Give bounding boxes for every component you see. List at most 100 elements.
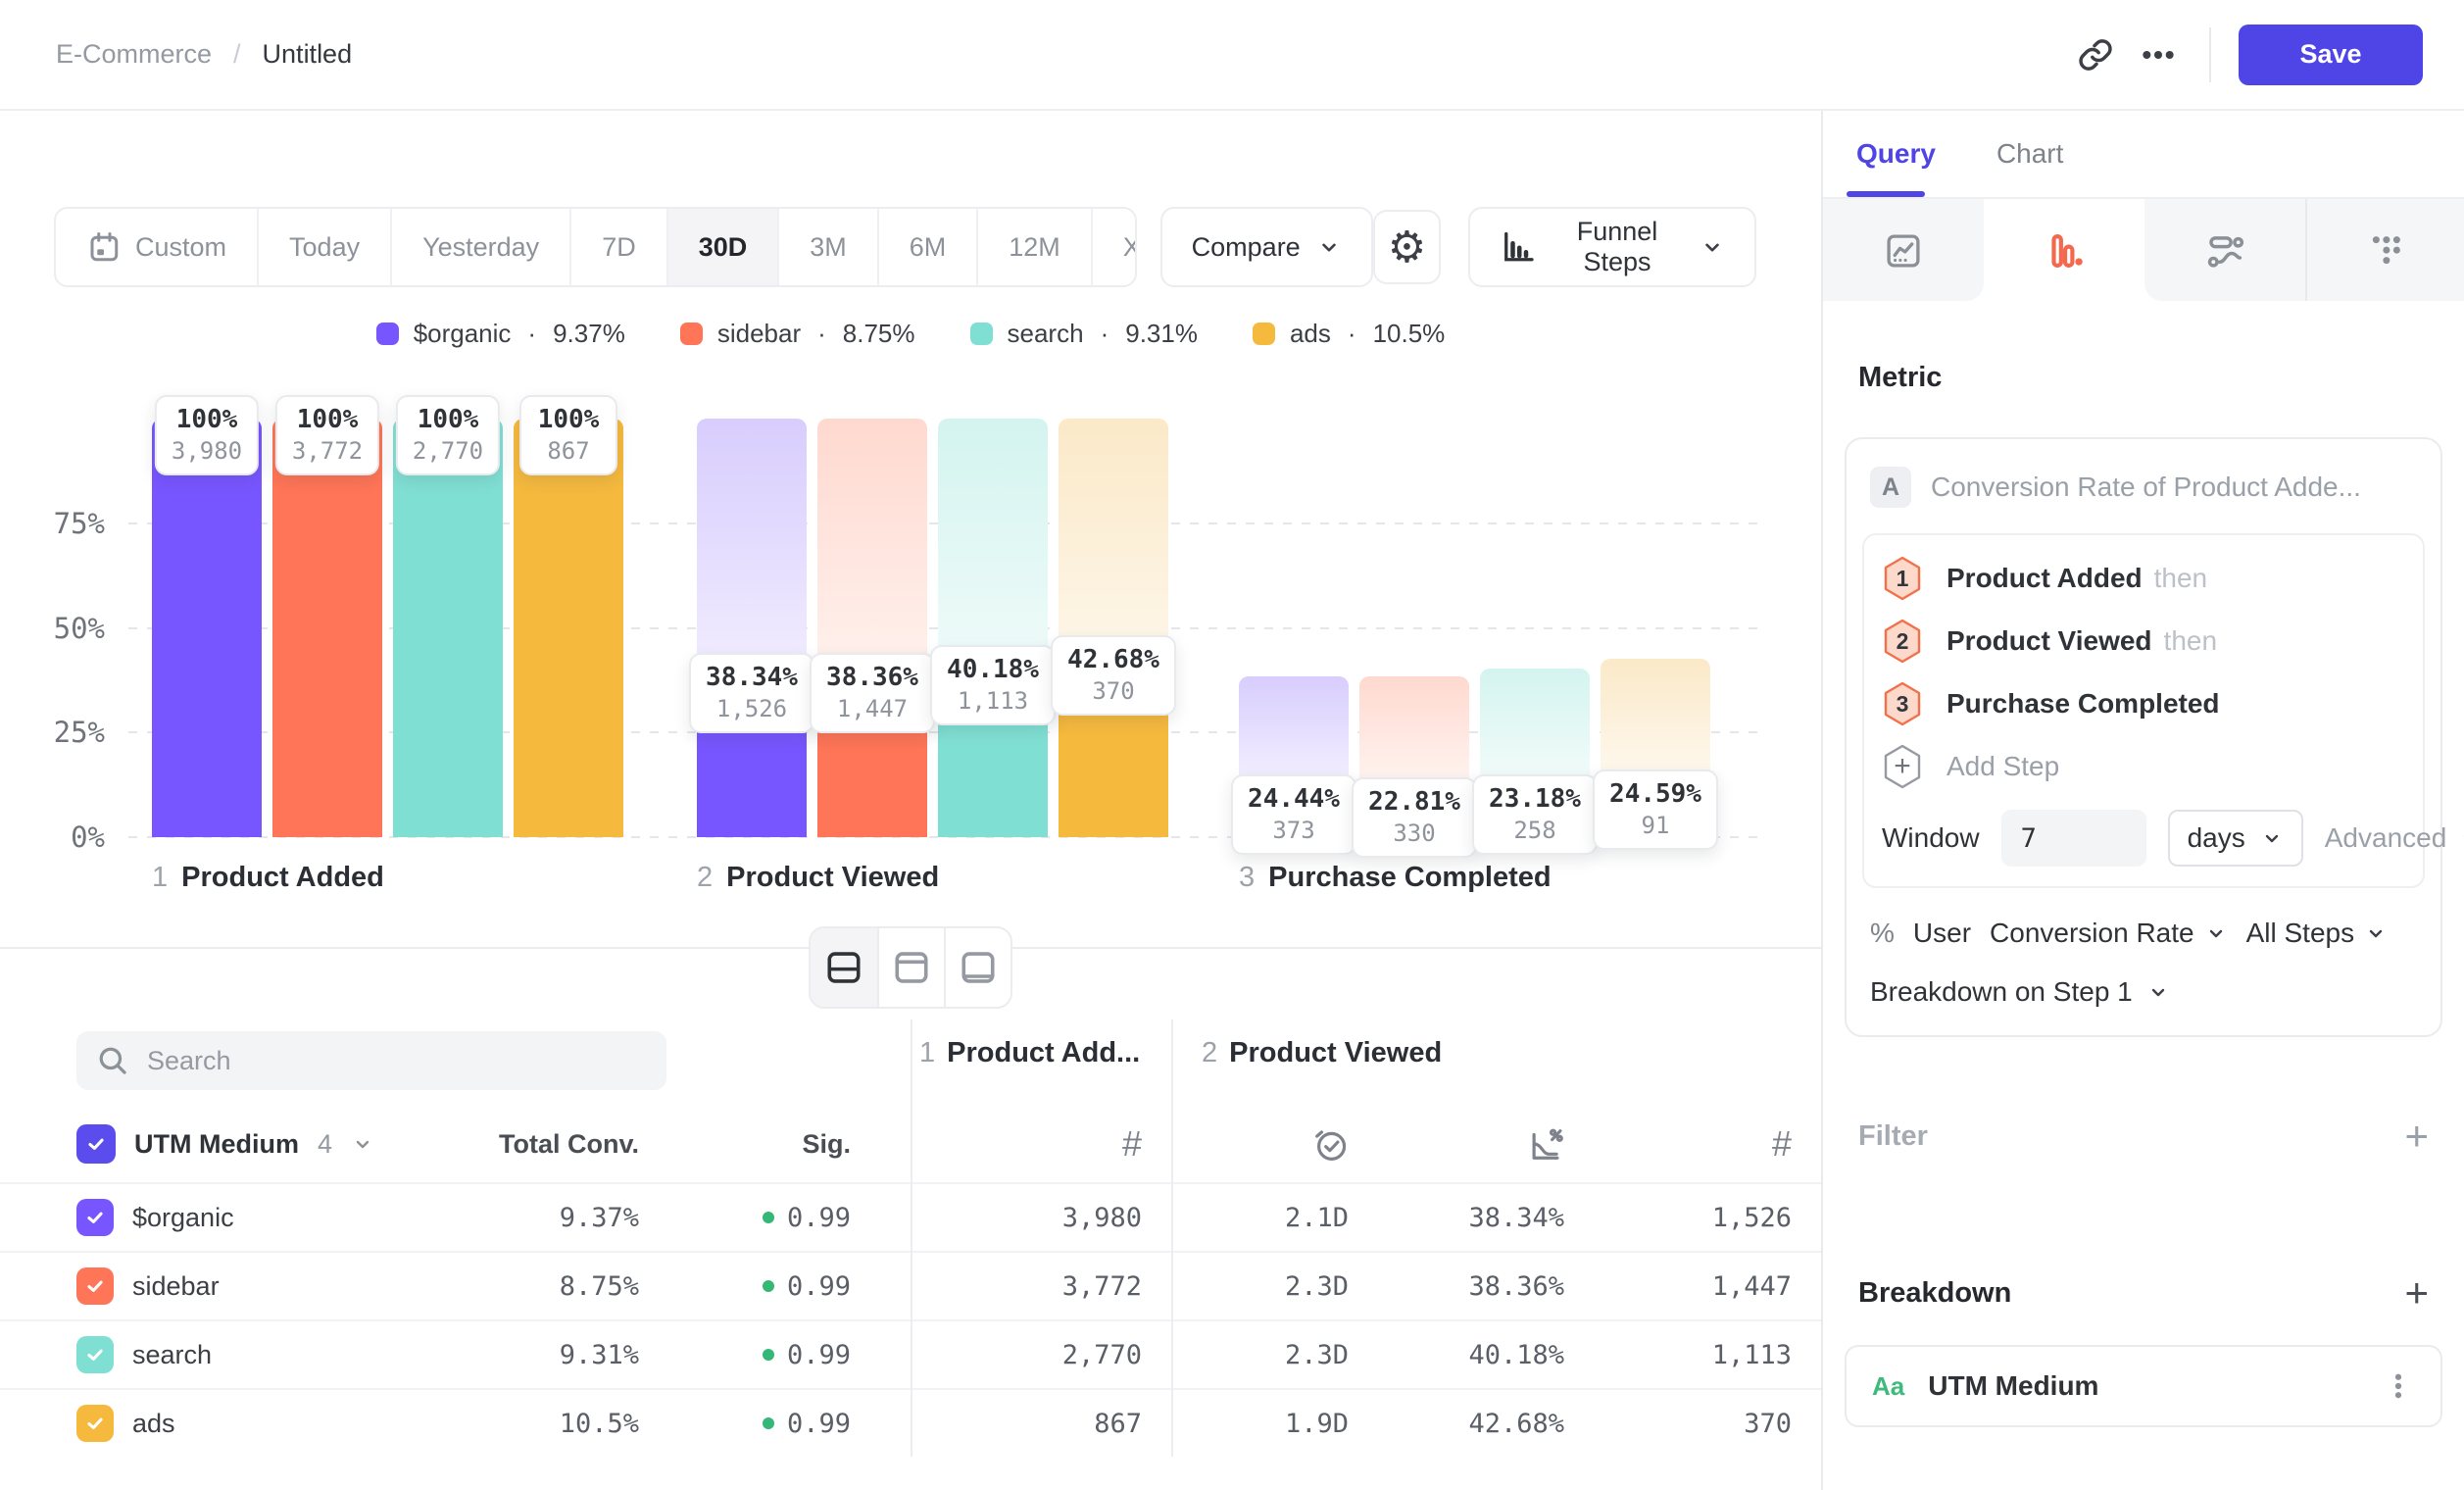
date-range-label: 6M	[910, 232, 947, 263]
bar-percent: 100%	[292, 404, 363, 436]
breakdown-property-card[interactable]: Aa UTM Medium	[1845, 1345, 2442, 1427]
legend-value: 9.37%	[553, 319, 625, 349]
compare-button[interactable]: Compare	[1160, 207, 1373, 287]
date-range-custom[interactable]: Custom	[56, 209, 257, 285]
measure-entity[interactable]: User	[1913, 918, 1971, 949]
date-range-xtd[interactable]: XTD	[1091, 209, 1137, 285]
metric-card: A Conversion Rate of Product Adde... 1Pr…	[1845, 437, 2442, 1037]
tab-flows[interactable]	[2144, 199, 2305, 303]
group-by-label[interactable]: UTM Medium	[134, 1129, 299, 1160]
step-number: 2	[697, 862, 713, 893]
advanced-toggle[interactable]: Advanced	[2325, 822, 2464, 854]
funnel-step-group[interactable]: 100%3,980100%3,772100%2,770100%867	[152, 419, 623, 837]
funnel-bar-search[interactable]: 23.18%258	[1480, 669, 1590, 837]
funnel-bar-search[interactable]: 100%2,770	[393, 419, 503, 837]
breadcrumb-report-title[interactable]: Untitled	[263, 39, 353, 70]
date-range-7d[interactable]: 7D	[569, 209, 666, 285]
funnel-bar-$organic[interactable]: 38.34%1,526	[697, 419, 807, 837]
date-range-yesterday[interactable]: Yesterday	[390, 209, 569, 285]
tab-chart[interactable]: Chart	[1996, 138, 2063, 170]
row-checkbox[interactable]	[76, 1405, 114, 1442]
main-area: CustomTodayYesterday7D30D3M 6M 12MXTD Comp…	[0, 111, 1821, 1490]
add-breakdown-button[interactable]: +	[2404, 1272, 2429, 1314]
layout-toggle-group	[809, 926, 1012, 1009]
calendar-icon	[86, 229, 122, 265]
copy-link-button[interactable]	[2064, 24, 2127, 86]
funnel-bar-ads[interactable]: 42.68%370	[1059, 419, 1168, 837]
panel-tabs: Query Chart	[1823, 111, 2464, 197]
date-range-6m[interactable]: 6M	[877, 209, 977, 285]
table-search-input[interactable]	[147, 1046, 647, 1076]
measure-metric-select[interactable]: Conversion Rate	[1990, 918, 2228, 949]
more-actions-button[interactable]	[2127, 24, 2190, 86]
funnel-step-group[interactable]: 24.44%37322.81%33023.18%25824.59%91	[1239, 659, 1710, 837]
tab-query[interactable]: Query	[1856, 138, 1936, 170]
topbar-divider	[2209, 27, 2211, 82]
column-header-total-conv[interactable]: Total Conv.	[443, 1129, 639, 1160]
date-range-today[interactable]: Today	[257, 209, 390, 285]
chart-type-button[interactable]: Funnel Steps	[1468, 207, 1756, 287]
legend-item[interactable]: $organic·9.37%	[376, 319, 625, 349]
legend-item[interactable]: search·9.31%	[970, 319, 1198, 349]
query-step-3[interactable]: 3Purchase Completed	[1882, 672, 2405, 735]
date-range-12m[interactable]: 12M	[976, 209, 1091, 285]
column-header-step1-count[interactable]: #	[1122, 1123, 1172, 1165]
layout-toggle-split[interactable]	[811, 928, 877, 1007]
column-header-time[interactable]	[1311, 1125, 1368, 1163]
row-checkbox[interactable]	[76, 1199, 114, 1236]
legend-item[interactable]: sidebar·8.75%	[680, 319, 915, 349]
save-button[interactable]: Save	[2239, 25, 2423, 85]
column-header-step2-count[interactable]: #	[1772, 1123, 1821, 1165]
breakdown-on-select[interactable]: Breakdown on Step 1	[1870, 976, 2417, 1008]
funnel-steps-card: 1Product Addedthen2Product Viewedthen3Pu…	[1862, 533, 2425, 888]
tab-retention[interactable]	[2305, 199, 2464, 303]
funnel-bar-sidebar[interactable]: 38.36%1,447	[817, 419, 927, 837]
funnel-bar-$organic[interactable]: 100%3,980	[152, 419, 262, 837]
chart-type-label: Funnel Steps	[1551, 217, 1684, 277]
bar-value-label: 22.81%330	[1352, 777, 1477, 858]
query-step-2[interactable]: 2Product Viewedthen	[1882, 610, 2405, 672]
chevron-down-icon	[2364, 921, 2388, 945]
funnel-bar-sidebar[interactable]: 22.81%330	[1359, 676, 1469, 837]
layout-toggle-top[interactable]	[877, 928, 944, 1007]
select-all-checkbox[interactable]	[76, 1124, 116, 1164]
date-range-3m[interactable]: 3M	[777, 209, 877, 285]
funnel-bar-sidebar[interactable]: 100%3,772	[272, 419, 382, 837]
funnel-bar-search[interactable]: 40.18%1,113	[938, 419, 1048, 837]
funnel-bar-$organic[interactable]: 24.44%373	[1239, 676, 1349, 837]
tab-funnels[interactable]	[1984, 199, 2144, 303]
breakdown-options-button[interactable]	[2382, 1369, 2415, 1403]
query-step-1[interactable]: 1Product Addedthen	[1882, 547, 2405, 610]
date-range-30d[interactable]: 30D	[666, 209, 778, 285]
breakdown-property-label: UTM Medium	[1928, 1370, 2098, 1402]
funnel-bar-ads[interactable]: 100%867	[514, 419, 623, 837]
bar-value-label: 24.44%373	[1231, 774, 1356, 855]
bar-percent: 24.44%	[1248, 783, 1340, 816]
layout-toggle-bottom[interactable]	[944, 928, 1010, 1007]
row-checkbox[interactable]	[76, 1267, 114, 1305]
add-step-row[interactable]: + Add Step	[1882, 735, 2405, 798]
metric-series-row[interactable]: A Conversion Rate of Product Adde...	[1862, 459, 2425, 516]
bar-count: 258	[1489, 816, 1581, 845]
legend-item[interactable]: ads·10.5%	[1253, 319, 1445, 349]
chart-settings-button[interactable]: ⚙	[1373, 210, 1441, 284]
measure-scope-select[interactable]: All Steps	[2246, 918, 2389, 949]
bar-solid-segment	[514, 419, 623, 837]
topbar: E-Commerce / Untitled Save	[0, 0, 2464, 111]
column-header-sig[interactable]: Sig.	[639, 1129, 851, 1160]
link-icon	[2077, 36, 2114, 74]
add-filter-button[interactable]: +	[2404, 1116, 2429, 1157]
window-unit-label: days	[2188, 822, 2245, 854]
bar-count: 373	[1248, 816, 1340, 845]
tab-insights[interactable]	[1823, 199, 1984, 303]
breadcrumb-project[interactable]: E-Commerce	[56, 39, 212, 70]
window-unit-select[interactable]: days	[2168, 810, 2303, 867]
row-checkbox[interactable]	[76, 1336, 114, 1373]
bar-value-label: 100%2,770	[396, 395, 500, 475]
funnel-bar-ads[interactable]: 24.59%91	[1601, 659, 1710, 837]
column-header-rate[interactable]	[1527, 1125, 1584, 1163]
row-total-conv: 9.31%	[443, 1340, 639, 1370]
table-search-box[interactable]	[76, 1031, 666, 1090]
funnel-step-group[interactable]: 38.34%1,52638.36%1,44740.18%1,11342.68%3…	[697, 419, 1168, 837]
window-value-input[interactable]	[2001, 810, 2146, 867]
